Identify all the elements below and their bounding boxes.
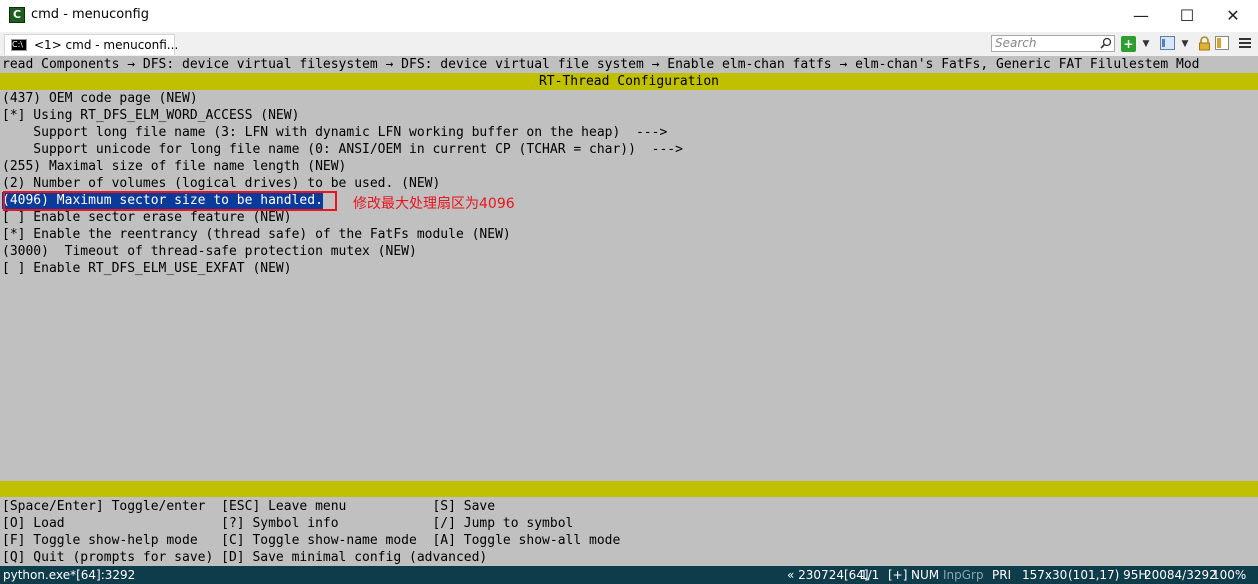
menu-item-mutex-timeout[interactable]: (3000) Timeout of thread-safe protection… [2, 243, 417, 260]
menu-item-volumes[interactable]: (2) Number of volumes (logical drives) t… [2, 175, 440, 192]
status-process: python.exe*[64]:3292 [3, 568, 136, 582]
status-cursor: (101,17) 95H [1068, 568, 1148, 582]
console-app-icon: C [9, 7, 25, 23]
terminal-area[interactable]: read Components → DFS: device virtual fi… [0, 56, 1258, 566]
help-line: [Q] Quit (prompts for save) [D] Save min… [2, 550, 488, 565]
menu-item-long-file-name[interactable]: Support long file name (3: LFN with dyna… [2, 124, 667, 141]
menu-item-unicode-lfn[interactable]: Support unicode for long file name (0: A… [2, 141, 683, 158]
search-placeholder: Search [995, 36, 1037, 50]
lock-icon[interactable] [1197, 36, 1211, 52]
status-inpgrp: InpGrp [943, 568, 984, 582]
status-zoom: 100% [1212, 568, 1247, 582]
status-pri: PRI [992, 568, 1012, 582]
menu-item-sector-erase[interactable]: [ ] Enable sector erase feature (NEW) [2, 209, 292, 226]
maximize-button[interactable]: ☐ [1164, 0, 1210, 31]
menu-item-oem-code-page[interactable]: (437) OEM code page (NEW) [2, 90, 198, 107]
config-header: RT-Thread Configuration [0, 73, 1258, 90]
menu-item-reentrancy[interactable]: [*] Enable the reentrancy (thread safe) … [2, 226, 511, 243]
search-icon[interactable] [1100, 37, 1112, 49]
help-line: [O] Load [?] Symbol info [/] Jump to sym… [2, 516, 574, 531]
menu-item-use-exfat[interactable]: [ ] Enable RT_DFS_ELM_USE_EXFAT (NEW) [2, 260, 292, 277]
title-bar: C cmd - menuconfig — ☐ ✕ [0, 0, 1258, 32]
view-icon[interactable] [1160, 36, 1175, 52]
status-plus: [+] [888, 568, 908, 582]
panel-icon[interactable] [1215, 36, 1229, 52]
menu-item-max-name-length[interactable]: (255) Maximal size of file name length (… [2, 158, 346, 175]
help-line: [Space/Enter] Toggle/enter [ESC] Leave m… [2, 499, 496, 514]
search-input[interactable]: Search [991, 35, 1115, 52]
help-line: [F] Toggle show-help mode [C] Toggle sho… [2, 533, 621, 548]
annotation-note: 修改最大处理扇区为4096 [353, 196, 515, 212]
status-page: 1/1 [860, 568, 880, 582]
console-tab[interactable]: C:\ <1> cmd - menuconfi... [4, 34, 179, 55]
menu-item-word-access[interactable]: [*] Using RT_DFS_ELM_WORD_ACCESS (NEW) [2, 107, 299, 124]
help-separator-bar [0, 481, 1258, 497]
breadcrumb: read Components → DFS: device virtual fi… [2, 57, 1200, 72]
status-size: 157x30 [1022, 568, 1068, 582]
close-button[interactable]: ✕ [1210, 0, 1256, 31]
annotation-highlight-box [3, 191, 337, 211]
status-build: « 230724[64] [787, 568, 869, 582]
status-bar: python.exe*[64]:3292 « 230724[64] 1/1 [+… [0, 566, 1258, 584]
status-pid: 20084/3292 [1144, 568, 1217, 582]
menu-icon[interactable] [1238, 36, 1252, 52]
console-tab-icon: C:\ [11, 39, 27, 51]
view-dropdown-icon[interactable]: ▼ [1179, 36, 1191, 52]
status-num: NUM [911, 568, 940, 582]
new-console-icon[interactable]: + [1121, 36, 1136, 52]
window-title: cmd - menuconfig [31, 7, 149, 22]
minimize-button[interactable]: — [1118, 0, 1164, 31]
console-tab-label: <1> cmd - menuconfi... [34, 38, 179, 52]
new-console-dropdown-icon[interactable]: ▼ [1140, 36, 1152, 52]
